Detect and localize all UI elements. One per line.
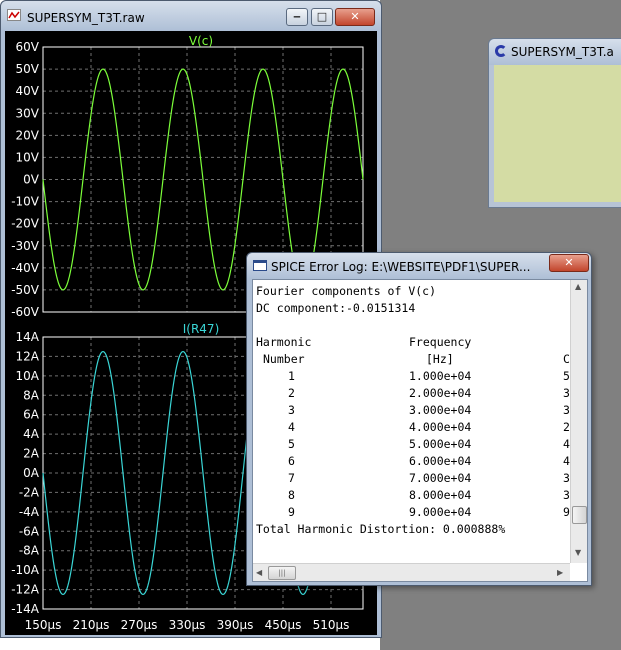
error-log-close-button[interactable]: ✕: [549, 254, 589, 272]
x-tick-label: 270µs: [121, 618, 158, 632]
bottom-y-tick-label: 0A: [23, 466, 40, 480]
bottom-y-tick-label: 14A: [16, 330, 40, 344]
bottom-y-tick-label: -10A: [11, 563, 40, 577]
bottom-y-tick-label: 12A: [16, 349, 40, 363]
harmonic-frequency: 3.000e+04: [409, 403, 472, 417]
harmonic-frequency: 5.000e+04: [409, 437, 472, 451]
top-y-tick-label: 30V: [16, 106, 40, 120]
harmonic-component: 5: [563, 369, 570, 383]
schematic-titlebar[interactable]: SUPERSYM_T3T.a: [489, 39, 621, 65]
top-y-tick-label: -20V: [11, 217, 40, 231]
bottom-y-tick-label: 6A: [23, 408, 40, 422]
harmonic-number: 9: [288, 505, 295, 519]
thumb-grip: |||: [278, 569, 286, 577]
harmonic-number: 3: [288, 403, 295, 417]
harmonic-component: 3: [563, 488, 570, 502]
schematic-window-title: SUPERSYM_T3T.a: [511, 45, 614, 59]
top-y-tick-label: -60V: [11, 305, 40, 319]
x-tick-label: 510µs: [313, 618, 350, 632]
maximize-button[interactable]: □: [311, 8, 333, 26]
waveform-window-title: SUPERSYM_T3T.raw: [27, 11, 145, 25]
top-y-tick-label: -40V: [11, 261, 40, 275]
close-button[interactable]: ✕: [335, 8, 375, 26]
horizontal-scrollbar[interactable]: ◀ ||| ▶: [253, 563, 570, 581]
harmonic-number: 5: [288, 437, 295, 451]
bottom-y-tick-label: -2A: [19, 485, 40, 499]
top-trace-label[interactable]: V(c): [189, 34, 213, 48]
top-y-tick-label: -30V: [11, 239, 40, 253]
harmonic-number: 4: [288, 420, 295, 434]
bottom-y-tick-label: 10A: [16, 369, 40, 383]
error-log-content[interactable]: Fourier components of V(c) DC component:…: [252, 279, 588, 582]
schematic-window[interactable]: SUPERSYM_T3T.a: [488, 38, 621, 208]
header-hz: [Hz]: [426, 352, 454, 366]
spice-error-log-window[interactable]: SPICE Error Log: E:\WEBSITE\PDF1\SUPER..…: [246, 252, 592, 586]
window-icon: [253, 260, 267, 271]
harmonic-frequency: 6.000e+04: [409, 454, 472, 468]
top-y-tick-label: 10V: [16, 150, 40, 164]
scroll-right-arrow[interactable]: ▶: [557, 568, 563, 577]
error-log-title: SPICE Error Log: E:\WEBSITE\PDF1\SUPER..…: [271, 260, 531, 274]
harmonic-frequency: 8.000e+04: [409, 488, 472, 502]
top-y-tick-label: 40V: [16, 84, 40, 98]
horizontal-scroll-thumb[interactable]: |||: [268, 566, 296, 580]
bottom-y-tick-label: -4A: [19, 505, 40, 519]
minimize-button[interactable]: ‒: [286, 8, 308, 26]
bottom-y-tick-label: 8A: [23, 388, 40, 402]
harmonic-component: 9: [563, 505, 570, 519]
bottom-y-tick-label: -8A: [19, 544, 40, 558]
harmonic-number: 7: [288, 471, 295, 485]
harmonic-component: 2: [563, 420, 570, 434]
schematic-canvas[interactable]: [494, 65, 621, 202]
bottom-y-tick-label: -6A: [19, 524, 40, 538]
harmonic-frequency: 2.000e+04: [409, 386, 472, 400]
waveform-app-icon: [7, 9, 21, 21]
vertical-scroll-thumb[interactable]: [572, 506, 587, 524]
top-y-tick-label: 0V: [23, 173, 40, 187]
scroll-down-arrow[interactable]: ▼: [575, 548, 581, 557]
top-y-tick-label: 50V: [16, 62, 40, 76]
scroll-up-arrow[interactable]: ▲: [575, 282, 581, 291]
harmonic-frequency: 4.000e+04: [409, 420, 472, 434]
top-y-tick-label: 20V: [16, 128, 40, 142]
harmonic-frequency: 7.000e+04: [409, 471, 472, 485]
dc-component-line: DC component:-0.0151314: [256, 301, 416, 315]
bottom-y-tick-label: 4A: [23, 427, 40, 441]
harmonic-component: 3: [563, 403, 570, 417]
harmonic-frequency: 1.000e+04: [409, 369, 472, 383]
app-icon: [495, 45, 507, 57]
header-harmonic: Harmonic: [256, 335, 312, 349]
x-tick-label: 330µs: [169, 618, 206, 632]
x-tick-label: 210µs: [73, 618, 110, 632]
harmonic-frequency: 9.000e+04: [409, 505, 472, 519]
harmonic-number: 8: [288, 488, 295, 502]
scroll-left-arrow[interactable]: ◀: [256, 568, 262, 577]
harmonic-component: 3: [563, 471, 570, 485]
total-harmonic-distortion: Total Harmonic Distortion: 0.000888%: [256, 522, 506, 536]
bottom-y-tick-label: -12A: [11, 583, 40, 597]
bottom-y-tick-label: -14A: [11, 602, 40, 616]
bottom-y-tick-label: 2A: [23, 447, 40, 461]
fourier-heading: Fourier components of V(c): [256, 284, 437, 298]
harmonic-number: 2: [288, 386, 295, 400]
x-tick-label: 390µs: [217, 618, 254, 632]
x-tick-label: 150µs: [25, 618, 62, 632]
harmonic-component: 4: [563, 437, 570, 451]
top-y-tick-label: -10V: [11, 195, 40, 209]
harmonic-component: 3: [563, 386, 570, 400]
harmonic-number: 6: [288, 454, 295, 468]
harmonic-component: 4: [563, 454, 570, 468]
error-log-titlebar[interactable]: SPICE Error Log: E:\WEBSITE\PDF1\SUPER..…: [247, 253, 591, 279]
header-frequency: Frequency: [409, 335, 472, 349]
vertical-scrollbar[interactable]: ▲ ▼: [570, 280, 587, 563]
x-tick-label: 450µs: [265, 618, 302, 632]
header-number: Number: [263, 352, 305, 366]
bottom-trace-label[interactable]: I(R47): [183, 322, 220, 336]
top-y-tick-label: 60V: [16, 40, 40, 54]
harmonic-number: 1: [288, 369, 295, 383]
top-y-tick-label: -50V: [11, 283, 40, 297]
waveform-titlebar[interactable]: SUPERSYM_T3T.raw ‒ □ ✕: [1, 1, 381, 31]
